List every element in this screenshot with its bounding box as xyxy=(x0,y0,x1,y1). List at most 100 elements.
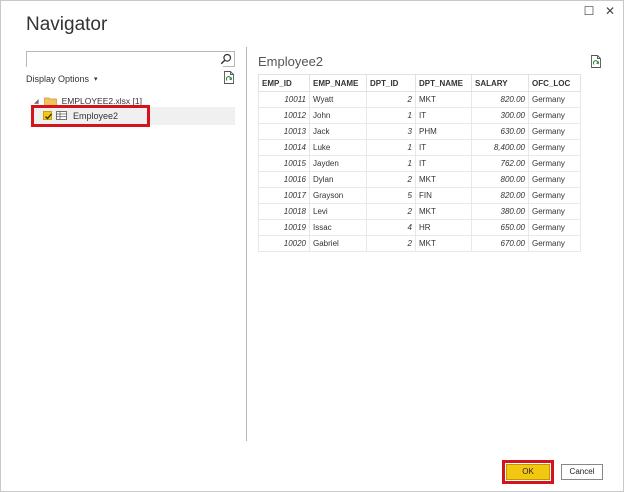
cell-dpt-id: 2 xyxy=(366,91,416,108)
cell-dpt-id: 5 xyxy=(366,187,416,204)
cell-salary: 380.00 xyxy=(471,203,529,220)
column-header[interactable]: EMP_ID xyxy=(258,74,310,92)
column-header[interactable]: DPT_ID xyxy=(366,74,416,92)
column-header[interactable]: SALARY xyxy=(471,74,529,92)
cell-ofc-loc: Germany xyxy=(528,219,581,236)
cell-ofc-loc: Germany xyxy=(528,91,581,108)
cell-ofc-loc: Germany xyxy=(528,235,581,252)
tree-file-label: EMPLOYEE2.xlsx [1] xyxy=(61,96,142,106)
cancel-button[interactable]: Cancel xyxy=(561,464,603,480)
cell-emp-id: 10012 xyxy=(258,107,310,124)
search-icon[interactable] xyxy=(220,53,232,65)
preview-table: EMP_ID EMP_NAME DPT_ID DPT_NAME SALARY O… xyxy=(258,74,581,252)
table-row: 10013 Jack 3 PHM 630.00 Germany xyxy=(258,123,581,140)
preview-title: Employee2 xyxy=(258,54,324,69)
table-icon xyxy=(56,111,67,120)
cell-emp-name: Luke xyxy=(309,139,367,156)
cell-emp-id: 10011 xyxy=(258,91,310,108)
cell-ofc-loc: Germany xyxy=(528,123,581,140)
cell-dpt-name: MKT xyxy=(415,171,472,188)
employee2-checkbox[interactable] xyxy=(43,111,52,120)
cell-emp-id: 10018 xyxy=(258,203,310,220)
tree-file-node[interactable]: ◢ EMPLOYEE2.xlsx [1] xyxy=(34,95,142,107)
cell-emp-id: 10015 xyxy=(258,155,310,172)
close-button[interactable]: ✕ xyxy=(602,3,618,19)
cell-dpt-name: PHM xyxy=(415,123,472,140)
cell-dpt-id: 2 xyxy=(366,235,416,252)
expand-toggle-icon[interactable]: ◢ xyxy=(34,98,39,105)
maximize-button[interactable]: ☐ xyxy=(581,3,597,19)
column-header[interactable]: DPT_NAME xyxy=(415,74,472,92)
cell-dpt-id: 4 xyxy=(366,219,416,236)
cell-emp-name: Levi xyxy=(309,203,367,220)
table-row: 10019 Issac 4 HR 650.00 Germany xyxy=(258,219,581,236)
cell-dpt-name: IT xyxy=(415,155,472,172)
cell-emp-name: Jayden xyxy=(309,155,367,172)
cell-dpt-id: 1 xyxy=(366,139,416,156)
tree-item-label: Employee2 xyxy=(73,111,119,121)
cell-ofc-loc: Germany xyxy=(528,187,581,204)
cell-emp-name: Jack xyxy=(309,123,367,140)
cell-salary: 820.00 xyxy=(471,91,529,108)
cell-dpt-id: 3 xyxy=(366,123,416,140)
checkmark-icon xyxy=(45,113,52,120)
table-row: 10020 Gabriel 2 MKT 670.00 Germany xyxy=(258,235,581,252)
cell-emp-id: 10016 xyxy=(258,171,310,188)
cell-dpt-name: MKT xyxy=(415,235,472,252)
ok-button[interactable]: OK xyxy=(506,464,550,480)
cell-salary: 8,400.00 xyxy=(471,139,529,156)
cell-emp-id: 10017 xyxy=(258,187,310,204)
table-row: 10018 Levi 2 MKT 380.00 Germany xyxy=(258,203,581,220)
cell-salary: 670.00 xyxy=(471,235,529,252)
display-options-label: Display Options xyxy=(26,74,90,84)
cell-dpt-name: IT xyxy=(415,107,472,124)
cell-emp-name: Dylan xyxy=(309,171,367,188)
cell-salary: 762.00 xyxy=(471,155,529,172)
cell-salary: 630.00 xyxy=(471,123,529,140)
pane-splitter[interactable] xyxy=(246,47,247,441)
cell-emp-name: Grayson xyxy=(309,187,367,204)
display-options-dropdown[interactable]: Display Options ▾ xyxy=(26,74,98,84)
cell-dpt-id: 1 xyxy=(366,155,416,172)
search-box[interactable] xyxy=(26,51,235,70)
cell-dpt-id: 2 xyxy=(366,171,416,188)
table-row: 10011 Wyatt 2 MKT 820.00 Germany xyxy=(258,91,581,108)
cell-ofc-loc: Germany xyxy=(528,139,581,156)
cell-ofc-loc: Germany xyxy=(528,171,581,188)
cell-ofc-loc: Germany xyxy=(528,155,581,172)
cell-dpt-name: MKT xyxy=(415,91,472,108)
cell-dpt-id: 2 xyxy=(366,203,416,220)
table-header-row: EMP_ID EMP_NAME DPT_ID DPT_NAME SALARY O… xyxy=(258,74,581,92)
cell-emp-id: 10014 xyxy=(258,139,310,156)
navigator-dialog: Navigator ☐ ✕ Display Options ▾ ◢ EMPLOYE… xyxy=(0,0,624,492)
cell-dpt-name: FIN xyxy=(415,187,472,204)
table-row: 10014 Luke 1 IT 8,400.00 Germany xyxy=(258,139,581,156)
refresh-preview-icon[interactable] xyxy=(590,55,602,68)
cell-salary: 800.00 xyxy=(471,171,529,188)
cell-emp-name: Wyatt xyxy=(309,91,367,108)
folder-icon xyxy=(43,97,57,106)
cell-ofc-loc: Germany xyxy=(528,203,581,220)
refresh-preview-icon[interactable] xyxy=(223,71,235,84)
table-row: 10017 Grayson 5 FIN 820.00 Germany xyxy=(258,187,581,204)
search-input[interactable] xyxy=(27,54,223,70)
column-header[interactable]: OFC_LOC xyxy=(528,74,581,92)
cell-salary: 820.00 xyxy=(471,187,529,204)
cell-emp-id: 10019 xyxy=(258,219,310,236)
cell-salary: 300.00 xyxy=(471,107,529,124)
dialog-title: Navigator xyxy=(26,14,108,35)
column-header[interactable]: EMP_NAME xyxy=(309,74,367,92)
cell-emp-name: Gabriel xyxy=(309,235,367,252)
cell-dpt-name: IT xyxy=(415,139,472,156)
cell-dpt-name: MKT xyxy=(415,203,472,220)
cell-salary: 650.00 xyxy=(471,219,529,236)
chevron-down-icon: ▾ xyxy=(94,76,98,83)
cell-dpt-name: HR xyxy=(415,219,472,236)
cell-emp-id: 10013 xyxy=(258,123,310,140)
tree-item-employee2[interactable]: Employee2 xyxy=(31,107,235,125)
cell-emp-name: Issac xyxy=(309,219,367,236)
cell-ofc-loc: Germany xyxy=(528,107,581,124)
table-row: 10015 Jayden 1 IT 762.00 Germany xyxy=(258,155,581,172)
table-row: 10012 John 1 IT 300.00 Germany xyxy=(258,107,581,124)
cell-emp-id: 10020 xyxy=(258,235,310,252)
